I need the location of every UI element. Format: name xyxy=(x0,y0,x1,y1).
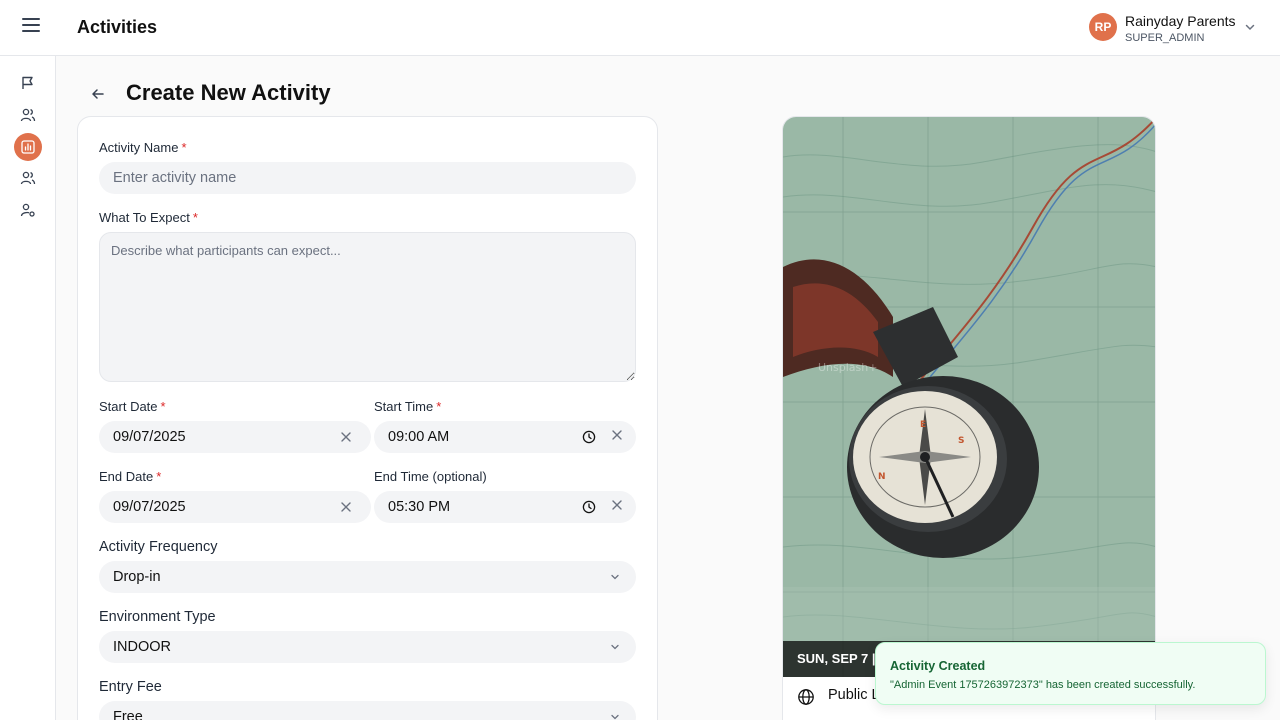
toast-message: "Admin Event 1757263972373" has been cre… xyxy=(890,679,1196,691)
end-date-value: 09/07/2025 xyxy=(113,499,186,515)
chart-icon xyxy=(21,140,35,154)
activity-name-input[interactable] xyxy=(113,162,543,194)
start-time-value: 09:00 AM xyxy=(388,429,450,445)
environment-select[interactable]: INDOOR xyxy=(99,631,636,663)
activity-name-field[interactable] xyxy=(99,162,636,194)
sidebar-item-events[interactable] xyxy=(14,69,42,97)
end-time-field[interactable]: 05:30 PM xyxy=(374,491,636,523)
flag-icon xyxy=(22,76,33,89)
sidebar-item-admin[interactable] xyxy=(14,196,42,224)
sidebar-item-users[interactable] xyxy=(14,101,42,129)
avatar: RP xyxy=(1089,13,1117,41)
clear-icon[interactable] xyxy=(610,428,624,442)
entry-fee-value: Free xyxy=(113,709,143,720)
success-toast[interactable]: Activity Created "Admin Event 1757263972… xyxy=(875,642,1266,705)
toast-title: Activity Created xyxy=(890,659,986,673)
chevron-down-icon xyxy=(611,644,619,650)
frequency-value: Drop-in xyxy=(113,569,161,585)
clear-icon[interactable] xyxy=(610,498,624,512)
end-time-label: End Time (optional) xyxy=(374,469,487,484)
chevron-down-icon xyxy=(611,714,619,720)
svg-text:E: E xyxy=(920,420,926,430)
start-date-label: Start Date * xyxy=(99,399,166,414)
svg-text:Unsplash+: Unsplash+ xyxy=(818,361,877,374)
user-settings-icon xyxy=(20,203,35,217)
end-date-field[interactable]: 09/07/2025 xyxy=(99,491,371,523)
clear-icon[interactable] xyxy=(339,500,353,514)
sidebar-item-activities[interactable] xyxy=(14,133,42,161)
chevron-down-icon xyxy=(611,574,619,580)
entry-fee-select[interactable]: Free xyxy=(99,701,636,720)
start-date-field[interactable]: 09/07/2025 xyxy=(99,421,371,453)
start-time-label: Start Time * xyxy=(374,399,442,414)
users-icon xyxy=(20,108,36,122)
menu-icon[interactable] xyxy=(22,18,40,36)
user-role: SUPER_ADMIN xyxy=(1125,32,1205,44)
users-icon xyxy=(20,171,36,185)
activity-preview-card: E S N Unsplash+ SUN, SEP 7 | Public L xyxy=(782,116,1156,720)
activity-form: Activity Name* What To Expect* Start Dat… xyxy=(77,116,658,720)
what-to-expect-label: What To Expect * xyxy=(99,210,198,225)
start-time-field[interactable]: 09:00 AM xyxy=(374,421,636,453)
environment-value: INDOOR xyxy=(113,639,171,655)
compass-map-image: E S N Unsplash+ xyxy=(783,117,1155,677)
svg-text:N: N xyxy=(878,472,886,482)
what-to-expect-textarea[interactable] xyxy=(99,232,636,382)
svg-text:S: S xyxy=(958,436,964,446)
sidebar xyxy=(0,56,56,720)
app-title: Activities xyxy=(77,17,158,37)
start-date-value: 09/07/2025 xyxy=(113,429,186,445)
chevron-down-icon xyxy=(1245,24,1255,31)
sidebar-item-groups[interactable] xyxy=(14,164,42,192)
frequency-select[interactable]: Drop-in xyxy=(99,561,636,593)
top-bar: Activities RP Rainyday Parents SUPER_ADM… xyxy=(0,0,1280,56)
page-title: Create New Activity xyxy=(126,80,331,105)
environment-label: Environment Type xyxy=(99,609,216,625)
end-date-label: End Date * xyxy=(99,469,162,484)
user-name: Rainyday Parents xyxy=(1125,13,1236,29)
activity-name-label: Activity Name * xyxy=(99,140,187,155)
entry-fee-label: Entry Fee xyxy=(99,679,162,695)
end-time-value: 05:30 PM xyxy=(388,499,451,515)
preview-location-text: Public L xyxy=(828,687,880,703)
back-arrow-icon[interactable] xyxy=(88,84,108,104)
clear-icon[interactable] xyxy=(339,430,353,444)
globe-icon xyxy=(798,689,814,705)
frequency-label: Activity Frequency xyxy=(99,539,218,555)
clock-icon[interactable] xyxy=(582,430,596,444)
clock-icon[interactable] xyxy=(582,500,596,514)
user-menu[interactable]: RP Rainyday Parents SUPER_ADMIN xyxy=(1089,12,1269,46)
